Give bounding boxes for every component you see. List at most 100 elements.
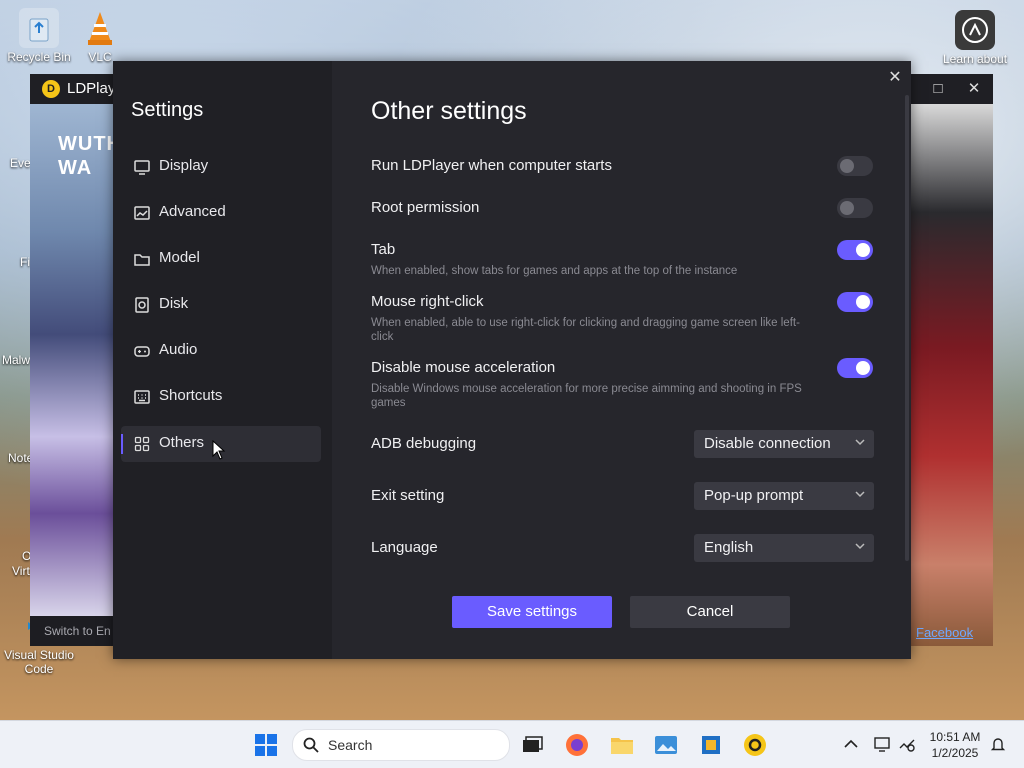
maximize-icon[interactable]: □ [927, 78, 949, 100]
exit-setting-select[interactable]: Pop-up prompt [694, 482, 874, 510]
setting-label-language: Language [371, 539, 438, 556]
chart-icon [134, 206, 150, 220]
setting-desc-tab: When enabled, show tabs for games and ap… [371, 265, 738, 277]
firefox-icon[interactable] [563, 731, 591, 759]
network-icon[interactable] [898, 735, 916, 753]
setting-label-root: Root permission [371, 199, 480, 216]
mouse-cursor-icon [212, 440, 226, 460]
nav-item-model[interactable]: Model [121, 241, 321, 277]
game-art-left: WUTHWA [30, 104, 113, 616]
toggle-knob [840, 201, 854, 215]
setting-label-tab: Tab [371, 241, 396, 258]
notification-bell-icon[interactable] [989, 735, 1007, 753]
search-icon [303, 737, 319, 753]
partial-label-malw: Malw [2, 353, 31, 367]
ldplayer-taskbar-icon[interactable] [741, 731, 769, 759]
settings-scrollbar[interactable] [905, 95, 909, 561]
toggle-right-click[interactable] [837, 292, 873, 312]
recycle-bin-label: Recycle Bin [7, 50, 71, 64]
learn-about-icon [955, 10, 995, 50]
cancel-button[interactable]: Cancel [630, 596, 790, 628]
nav-label-advanced: Advanced [159, 203, 226, 220]
toggle-root-permission[interactable] [837, 198, 873, 218]
toggle-knob [856, 243, 870, 257]
art-text-2: WA [58, 157, 93, 179]
folder-icon [134, 254, 150, 266]
toggle-tab[interactable] [837, 240, 873, 260]
facebook-link[interactable]: Facebook [916, 625, 973, 640]
art-text-1: WUTH [58, 133, 113, 155]
vlc-cone-icon [80, 8, 120, 48]
chevron-down-icon [855, 491, 865, 498]
toggle-knob [856, 361, 870, 375]
disk-icon [135, 297, 149, 313]
nav-label-others: Others [159, 434, 205, 451]
settings-title: Settings [131, 99, 204, 121]
file-explorer-icon[interactable] [608, 731, 636, 759]
windows-start-icon[interactable] [252, 731, 280, 759]
monitor-icon [134, 160, 150, 175]
system-clock[interactable]: 10:51 AM 1/2/2025 [928, 729, 982, 761]
nav-item-audio[interactable]: Audio [121, 333, 321, 369]
taskbar-search[interactable]: Search [292, 729, 510, 761]
toggle-knob [856, 295, 870, 309]
partial-label-virt: Virt [12, 564, 30, 578]
partial-label-eve: Eve [10, 156, 31, 170]
recycle-bin-icon [19, 8, 59, 48]
close-icon[interactable]: ✕ [963, 78, 985, 100]
save-settings-button[interactable]: Save settings [452, 596, 612, 628]
language-select[interactable]: English [694, 534, 874, 562]
settings-sidebar: Settings Display Advanced Model Disk Aud… [113, 61, 332, 659]
ldplayer-logo-icon: D [42, 80, 60, 98]
nav-label-shortcuts: Shortcuts [159, 387, 223, 404]
taskbar: Search 10:51 AM 1/2/2025 [0, 720, 1024, 768]
nav-label-disk: Disk [159, 295, 189, 312]
settings-dialog: Settings Display Advanced Model Disk Aud… [113, 61, 911, 659]
language-value: English [704, 539, 754, 556]
nav-label-display: Display [159, 157, 209, 174]
clock-date: 1/2/2025 [931, 746, 979, 760]
exit-setting-value: Pop-up prompt [704, 487, 804, 504]
vlc-shortcut[interactable]: VLC [80, 8, 120, 64]
vscode-label: Visual Studio Code [4, 648, 74, 676]
nav-item-display[interactable]: Display [121, 149, 321, 185]
adb-debugging-value: Disable connection [704, 435, 831, 452]
nav-label-model: Model [159, 249, 200, 266]
nav-item-shortcuts[interactable]: Shortcuts [121, 379, 321, 415]
keyboard-icon [134, 390, 150, 404]
search-placeholder: Search [328, 737, 373, 753]
setting-label-mouse-accel: Disable mouse acceleration [371, 359, 556, 376]
chevron-down-icon [855, 439, 865, 446]
settings-main-panel: Other settings Run LDPlayer when compute… [332, 61, 911, 659]
nav-item-disk[interactable]: Disk [121, 287, 321, 323]
dialog-close-icon[interactable]: ✕ [885, 68, 905, 88]
nav-item-advanced[interactable]: Advanced [121, 195, 321, 231]
chevron-down-icon [855, 543, 865, 550]
vlc-label: VLC [88, 50, 112, 64]
switch-language-text[interactable]: Switch to En [44, 624, 111, 638]
page-title: Other settings [371, 97, 527, 125]
nav-label-audio: Audio [159, 341, 198, 358]
chevron-up-icon[interactable] [842, 735, 860, 753]
monitor-tray-icon[interactable] [873, 735, 891, 753]
virtualbox-icon[interactable] [697, 731, 725, 759]
task-view-icon[interactable] [518, 731, 546, 759]
gamepad-icon [134, 346, 150, 357]
partial-label-fi: Fi [20, 255, 30, 269]
setting-label-adb: ADB debugging [371, 435, 477, 452]
setting-label-autostart: Run LDPlayer when computer starts [371, 157, 612, 174]
setting-label-right-click: Mouse right-click [371, 293, 484, 310]
photos-app-icon[interactable] [652, 731, 680, 759]
clock-time: 10:51 AM [929, 730, 981, 744]
toggle-mouse-accel[interactable] [837, 358, 873, 378]
setting-label-exit: Exit setting [371, 487, 445, 504]
learn-about-label: Learn about [942, 52, 1008, 66]
grid-icon [134, 436, 150, 452]
toggle-autostart[interactable] [837, 156, 873, 176]
toggle-knob [840, 159, 854, 173]
adb-debugging-select[interactable]: Disable connection [694, 430, 874, 458]
setting-desc-mouse-accel: Disable Windows mouse acceleration for m… [371, 383, 802, 409]
game-art-right [910, 104, 993, 646]
recycle-bin-shortcut[interactable]: Recycle Bin [2, 8, 76, 64]
learn-about-shortcut[interactable]: Learn about [938, 10, 1012, 66]
